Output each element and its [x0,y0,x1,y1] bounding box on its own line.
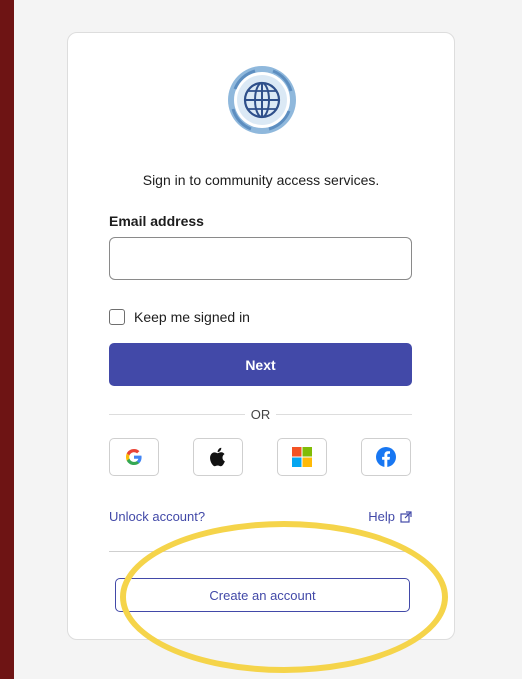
apple-icon [210,447,225,467]
unlock-account-link[interactable]: Unlock account? [109,509,205,524]
microsoft-icon [292,447,312,467]
signin-card: Sign in to community access services. Em… [67,32,455,640]
divider-line-right [276,413,412,415]
external-link-icon [400,510,412,523]
keep-signed-in-checkbox[interactable]: Keep me signed in [109,309,250,325]
next-button[interactable]: Next [109,343,412,386]
keep-signed-in-label: Keep me signed in [134,309,250,325]
account-links: Unlock account? Help [109,509,412,524]
microsoft-signin-button[interactable] [277,438,327,476]
google-icon [126,449,142,465]
intro-text: Sign in to community access services. [142,172,380,188]
divider-line-left [109,413,245,415]
section-divider [109,551,412,552]
page-background: Sign in to community access services. Em… [14,0,522,679]
help-link[interactable]: Help [368,509,412,524]
email-label: Email address [109,213,204,229]
checkbox-box[interactable] [109,309,125,325]
or-label: OR [250,406,271,422]
apple-signin-button[interactable] [193,438,243,476]
create-account-button[interactable]: Create an account [115,578,410,612]
facebook-signin-button[interactable] [361,438,411,476]
or-divider: OR [109,406,412,422]
help-label: Help [368,509,395,524]
email-field[interactable] [109,237,412,280]
globe-logo-icon [228,66,296,134]
google-signin-button[interactable] [109,438,159,476]
facebook-icon [376,447,396,467]
